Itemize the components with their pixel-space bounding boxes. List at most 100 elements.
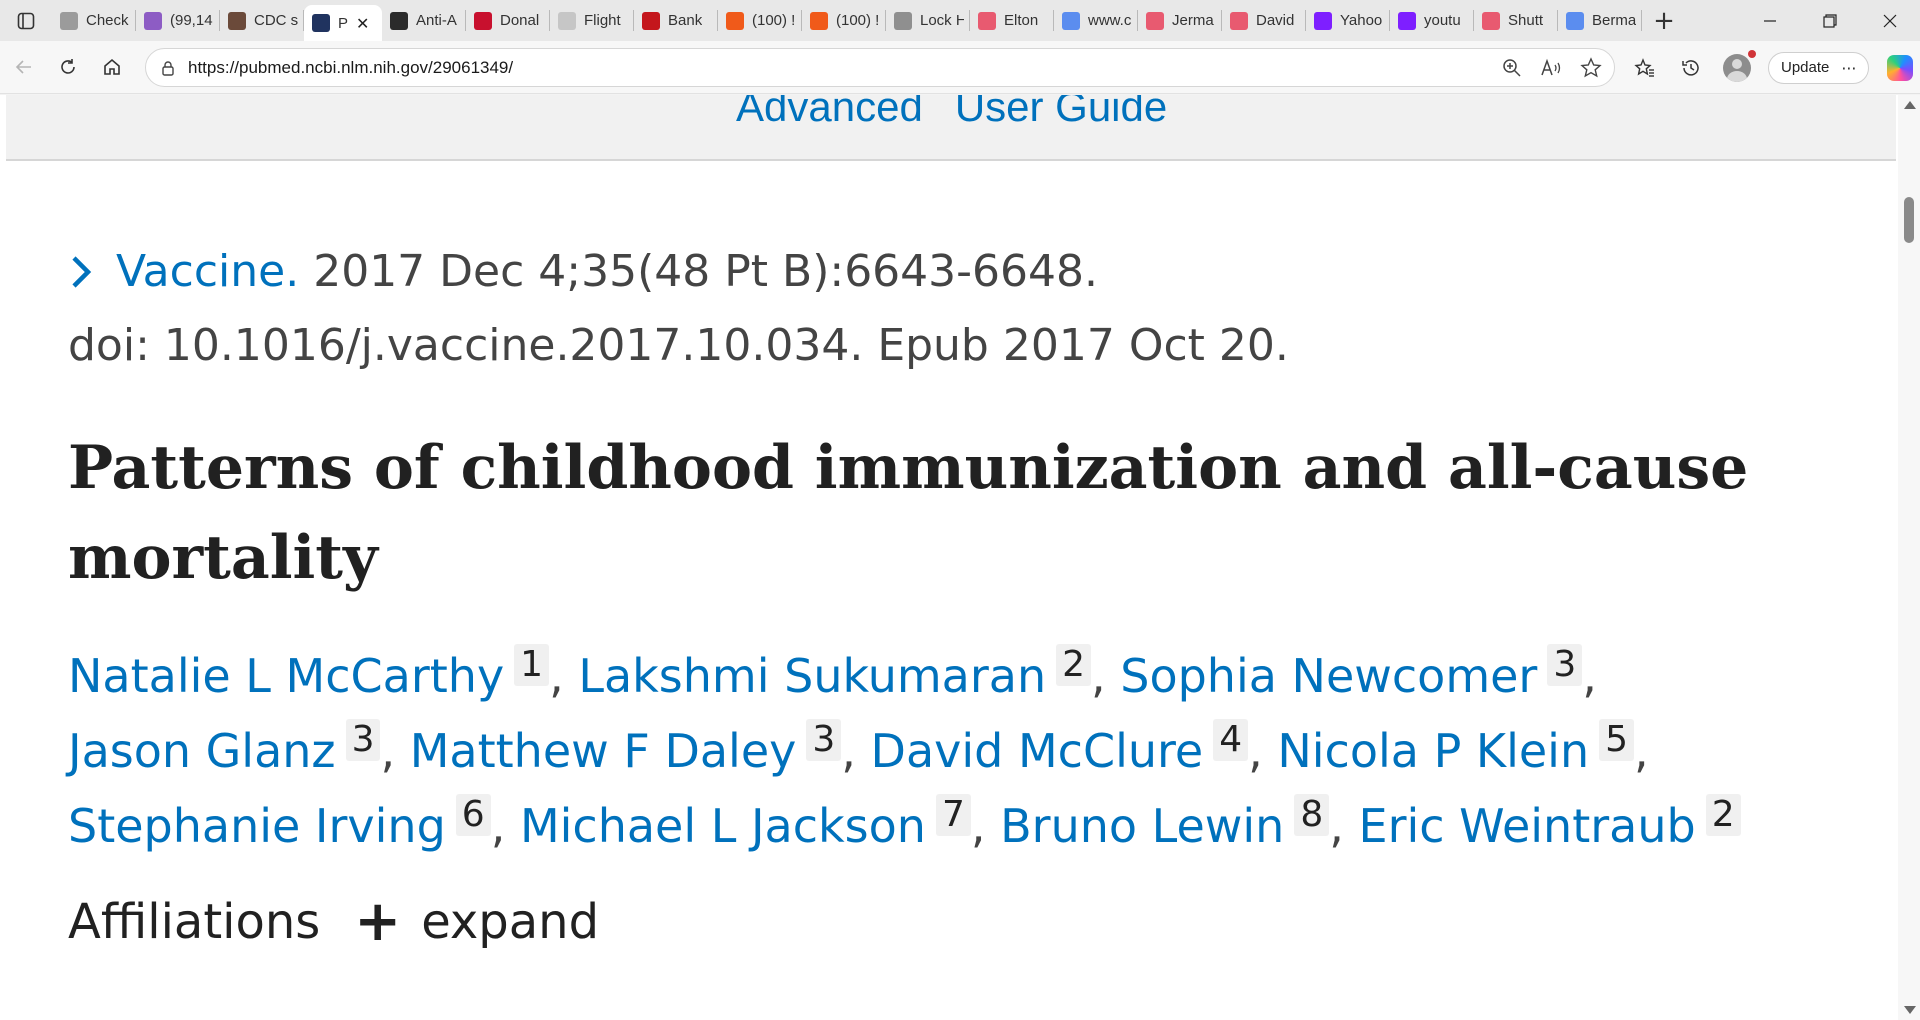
tab-title: CDC s [254, 12, 298, 29]
article-title: Patterns of childhood immunization and a… [68, 433, 1749, 593]
author-separator: , [841, 724, 856, 778]
history-button[interactable] [1676, 53, 1706, 83]
tab-1[interactable]: (99,14 [136, 0, 220, 41]
minimize-button[interactable] [1740, 0, 1800, 41]
affiliation-number-link[interactable]: 8 [1294, 794, 1330, 836]
tab-8[interactable]: (100) ! [718, 0, 802, 41]
close-tab-icon[interactable]: ✕ [356, 14, 369, 33]
copilot-button[interactable] [1885, 53, 1915, 83]
tab-9[interactable]: (100) ! [802, 0, 886, 41]
favorite-star-icon[interactable] [1580, 56, 1602, 79]
youtube-icon [1482, 11, 1500, 30]
tab-15[interactable]: Yahoo [1306, 0, 1390, 41]
more-icon[interactable]: ⋯ [1841, 59, 1856, 77]
chevron-right-icon[interactable] [68, 252, 98, 292]
author-name-link[interactable]: David McClure [871, 724, 1204, 778]
tab-16[interactable]: youtu [1390, 0, 1474, 41]
tab-title: www.c [1088, 12, 1132, 29]
tab-title: Lock H [920, 12, 964, 29]
author-name-link[interactable]: Stephanie Irving [68, 799, 446, 853]
photo-icon [228, 11, 246, 30]
author-item: Sophia Newcomer 3, [1120, 644, 1597, 703]
author-name-link[interactable]: Michael L Jackson [520, 799, 926, 853]
tab-title: P [338, 14, 349, 32]
author-name-link[interactable]: Natalie L McCarthy [68, 649, 504, 703]
affiliation-number-link[interactable]: 1 [514, 644, 550, 686]
author-name-link[interactable]: Lakshmi Sukumaran [578, 649, 1046, 703]
search-icon [1062, 11, 1080, 30]
page-scrollbar[interactable] [1898, 95, 1920, 1020]
back-button[interactable] [2, 47, 46, 87]
advanced-search-link[interactable]: Advanced [736, 95, 923, 131]
restore-icon [1823, 13, 1837, 28]
author-item: Matthew F Daley 3, [410, 719, 856, 778]
home-button[interactable] [90, 47, 134, 87]
favorites-button[interactable] [1630, 53, 1660, 83]
author-name-link[interactable]: Matthew F Daley [410, 724, 797, 778]
restore-button[interactable] [1800, 0, 1860, 41]
tab-17[interactable]: Shutt [1474, 0, 1558, 41]
read-aloud-icon[interactable] [1540, 58, 1562, 78]
youtube-icon [1230, 11, 1248, 30]
user-guide-link[interactable]: User Guide [955, 95, 1167, 131]
tab-11[interactable]: Elton [970, 0, 1054, 41]
affiliation-number-link[interactable]: 3 [1547, 644, 1583, 686]
affiliation-number-link[interactable]: 2 [1705, 794, 1741, 836]
zoom-icon[interactable] [1502, 58, 1522, 78]
refresh-button[interactable] [46, 47, 90, 87]
tab-12[interactable]: www.c [1054, 0, 1138, 41]
url-input[interactable] [188, 57, 1188, 78]
author-name-link[interactable]: Bruno Lewin [1000, 799, 1284, 853]
expand-affiliations-button[interactable]: + expand [354, 892, 599, 952]
close-window-button[interactable] [1860, 0, 1920, 41]
tab-4[interactable]: Anti-A [382, 0, 466, 41]
update-button[interactable]: Update ⋯ [1768, 51, 1870, 84]
search-header: Advanced User Guide [6, 95, 1896, 161]
tab-actions-menu-button[interactable] [0, 0, 52, 41]
new-tab-button[interactable]: + [1646, 3, 1682, 39]
tab-title: (100) ! [752, 12, 796, 29]
tab-strip: Check (99,14 CDC s P ✕ Anti-A Donal Flight Bank(… [0, 0, 1920, 41]
tab-3[interactable]: P ✕ [304, 5, 382, 41]
lock-icon[interactable] [160, 60, 176, 76]
tab-6[interactable]: Flight [550, 0, 634, 41]
author-name-link[interactable]: Nicola P Klein [1277, 724, 1589, 778]
citation-text: 2017 Dec 4;35(48 Pt B):6643-6648. [313, 246, 1099, 297]
tab-0[interactable]: Check [52, 0, 136, 41]
affiliation-number-link[interactable]: 3 [806, 719, 842, 761]
tab-10[interactable]: Lock H [886, 0, 970, 41]
affiliation-number-link[interactable]: 3 [345, 719, 381, 761]
home-icon [104, 58, 120, 75]
tab-actions-icon [17, 12, 35, 29]
tab-title: Yahoo [1340, 12, 1383, 29]
profile-button[interactable] [1722, 53, 1752, 83]
author-name-link[interactable]: Eric Weintraub [1359, 799, 1696, 853]
tab-2[interactable]: CDC s [220, 0, 304, 41]
affiliation-number-link[interactable]: 4 [1213, 719, 1249, 761]
scroll-down-arrow-icon[interactable] [1904, 1006, 1916, 1014]
address-bar[interactable] [145, 48, 1615, 87]
tab-5[interactable]: Donal [466, 0, 550, 41]
plus-icon: + [1653, 5, 1675, 36]
affiliation-number-link[interactable]: 5 [1599, 719, 1635, 761]
tab-14[interactable]: David [1222, 0, 1306, 41]
tab-18[interactable]: Berma [1558, 0, 1642, 41]
tab-13[interactable]: Jerma [1138, 0, 1222, 41]
author-name-link[interactable]: Jason Glanz [68, 724, 336, 778]
address-bar-actions [1502, 49, 1602, 86]
scroll-thumb[interactable] [1904, 197, 1914, 243]
tab-title: youtu [1424, 12, 1461, 29]
journal-link[interactable]: Vaccine. [116, 235, 299, 309]
browser-toolbar: Update ⋯ [0, 41, 1920, 94]
affiliation-number-link[interactable]: 7 [935, 794, 971, 836]
author-separator: , [549, 649, 564, 703]
tab-7[interactable]: Bank [634, 0, 718, 41]
affiliation-number-link[interactable]: 6 [455, 794, 491, 836]
author-item: Michael L Jackson 7, [520, 794, 985, 853]
update-label: Update [1781, 59, 1830, 76]
scroll-up-arrow-icon[interactable] [1904, 101, 1916, 109]
author-name-link[interactable]: Sophia Newcomer [1120, 649, 1537, 703]
affiliation-number-link[interactable]: 2 [1056, 644, 1092, 686]
tab-title: Anti-A [416, 12, 457, 29]
author-item: Natalie L McCarthy 1, [68, 644, 564, 703]
